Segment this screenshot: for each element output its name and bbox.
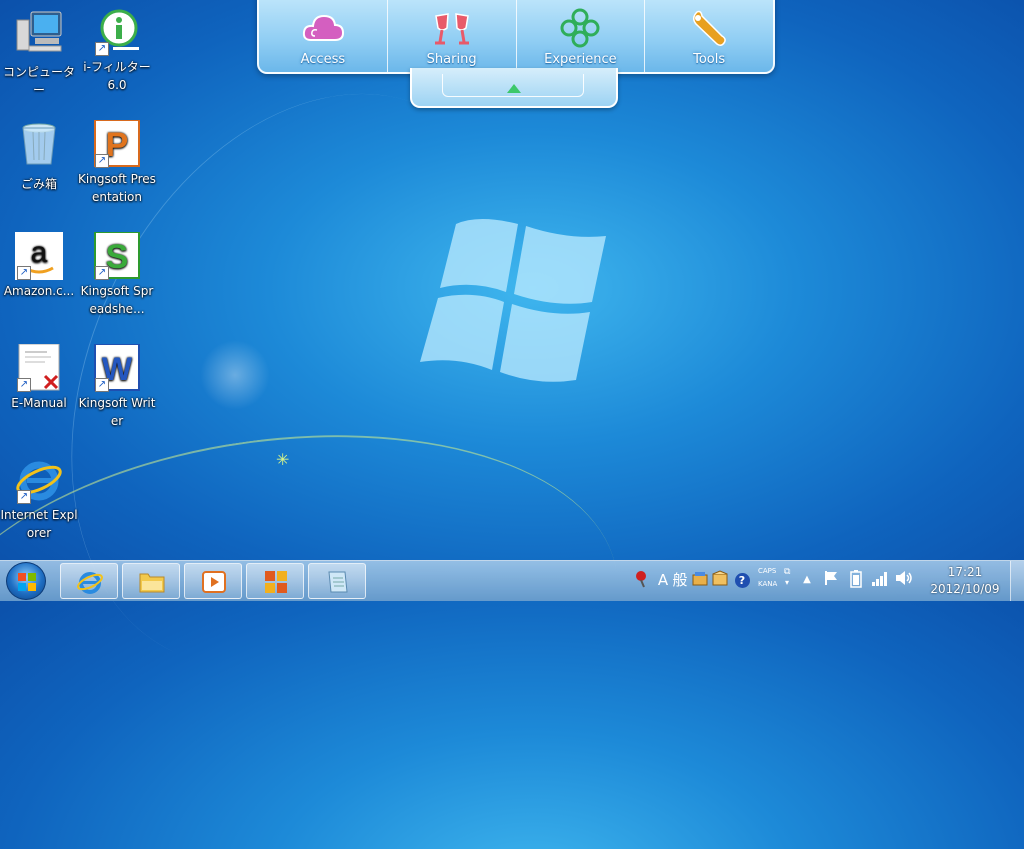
desktop-icon-e-manual[interactable]: ↗ E-Manual — [0, 343, 78, 412]
desktop-icon-label: Kingsoft Writer — [78, 396, 156, 428]
dropdown-arrow-icon[interactable]: ▾ — [785, 578, 789, 587]
cloud-icon — [302, 14, 344, 41]
windows-logo — [420, 219, 606, 382]
ime-dictionary-icon[interactable] — [711, 570, 729, 590]
amazon-icon-wrap: a ↗ — [15, 232, 63, 280]
clock-date: 2012/10/09 — [930, 582, 1000, 596]
chevron-up-icon: ▲ — [803, 574, 811, 585]
writer-icon-wrap: W ↗ — [93, 343, 141, 392]
desktop-icon-label: E-Manual — [11, 396, 67, 410]
spreadsheets-icon-wrap: S ↗ — [93, 231, 141, 280]
desktop-icon-label: Amazon.c... — [3, 284, 75, 298]
lock-key-indicators: CAPS ⧉ KANA ▾ — [758, 561, 798, 601]
desktop-icon-label: コンピューター — [2, 65, 75, 97]
volume-icon[interactable] — [894, 570, 914, 590]
svg-text:a: a — [31, 236, 48, 269]
file-explorer-icon — [139, 573, 165, 593]
e-manual-icon-wrap: ↗ — [15, 343, 63, 392]
launcher-label-sharing: Sharing — [426, 52, 477, 67]
shortcut-arrow-icon: ↗ — [95, 266, 109, 280]
taskbar-clock[interactable]: 17:21 2012/10/09 — [922, 564, 1008, 598]
launcher-label-access: Access — [300, 52, 346, 67]
taskbar-pin-notepad[interactable] — [308, 563, 366, 599]
taskbar: A 般 ? CAPS ⧉ KANA ▾ ▲ 17:21 2012/10/09 — [0, 560, 1024, 601]
network-icon[interactable] — [870, 570, 890, 590]
shortcut-arrow-icon: ↗ — [17, 490, 31, 504]
show-hidden-icons-button[interactable]: ▲ — [800, 570, 814, 590]
taskbar-pin-file-explorer[interactable] — [122, 563, 180, 599]
expand-arrow-icon — [507, 84, 521, 93]
caps-indicator: CAPS — [758, 567, 777, 575]
ime-kanji-indicator[interactable]: 般 — [671, 570, 689, 590]
presentation-icon-wrap: P ↗ — [93, 119, 141, 168]
internet-explorer-icon — [77, 572, 103, 594]
desktop-icon-label: Kingsoft Presentation — [78, 172, 156, 204]
glasses-toast-icon — [434, 13, 469, 45]
ime-tool-icon[interactable] — [691, 570, 709, 590]
desktop-icon-computer[interactable]: コンピューター — [0, 8, 78, 99]
clock-time: 17:21 — [947, 565, 983, 579]
restore-icon: ⧉ — [784, 567, 791, 577]
ie-icon-wrap: ↗ — [15, 456, 63, 504]
taskbar-pin-office[interactable] — [246, 563, 304, 599]
taskbar-pin-internet-explorer[interactable] — [60, 563, 118, 599]
action-center-icon[interactable] — [822, 570, 840, 590]
desktop-icon-recycle-bin[interactable]: ごみ箱 — [0, 120, 78, 193]
launcher-label-tools: Tools — [693, 52, 726, 67]
launcher-item-experience[interactable]: Experience — [517, 0, 646, 72]
desktop-icon-kingsoft-spreadsheets[interactable]: S ↗ Kingsoft Spreadshe... — [78, 231, 156, 318]
launcher-item-tools[interactable]: Tools — [645, 0, 773, 72]
signal-bars-icon — [872, 572, 887, 586]
start-button[interactable] — [6, 562, 46, 600]
wallpaper-glow — [200, 340, 270, 410]
shortcut-arrow-icon: ↗ — [17, 266, 31, 280]
shortcut-arrow-icon: ↗ — [95, 42, 109, 56]
speaker-icon — [896, 571, 912, 585]
svg-text:S: S — [106, 238, 129, 276]
battery-icon[interactable] — [848, 570, 864, 590]
desktop-icon-kingsoft-presentation[interactable]: P ↗ Kingsoft Presentation — [78, 119, 156, 206]
shortcut-arrow-icon: ↗ — [95, 378, 109, 392]
desktop-icon-kingsoft-writer[interactable]: W ↗ Kingsoft Writer — [78, 343, 156, 430]
desktop-icon-label: Kingsoft Spreadshe... — [80, 284, 154, 316]
kana-indicator: KANA — [758, 580, 778, 588]
ime-pad-icon — [692, 572, 708, 586]
recycle-bin-icon — [22, 123, 56, 165]
battery-shape-icon — [850, 570, 862, 588]
dictionary-icon — [712, 570, 728, 586]
red-pin-icon — [636, 571, 646, 588]
desktop-icon-amazon[interactable]: a ↗ Amazon.c... — [0, 232, 78, 300]
wrench-icon — [693, 10, 726, 47]
computer-icon — [16, 11, 62, 52]
flag-icon — [825, 571, 837, 585]
shortcut-arrow-icon: ↗ — [17, 378, 31, 392]
ime-mode-indicator[interactable]: A — [656, 570, 670, 590]
notification-balloon-icon[interactable] — [632, 570, 650, 590]
office-icon — [265, 571, 287, 593]
svg-text:P: P — [106, 126, 129, 164]
launcher-toggle-tab[interactable] — [410, 68, 618, 108]
taskbar-pin-media-player[interactable] — [184, 563, 242, 599]
desktop-icon-label: ごみ箱 — [20, 177, 57, 191]
clover-icon — [560, 8, 600, 48]
desktop-icon-label: Internet Explorer — [0, 508, 78, 540]
launcher-bar: Access Sharing Experience Tools — [257, 0, 775, 74]
desktop-icon-internet-explorer[interactable]: ↗ Internet Explorer — [0, 456, 78, 542]
i-filter-icon-wrap: ↗ — [93, 8, 141, 56]
launcher-label-experience: Experience — [544, 52, 617, 67]
desktop-icon-label: i-フィルター6.0 — [83, 60, 151, 92]
launcher-item-access[interactable]: Access — [259, 0, 388, 72]
help-icon: ? — [734, 573, 750, 588]
ime-help-button[interactable]: ? — [733, 570, 751, 590]
notepad-icon — [328, 571, 348, 593]
desktop-icon-i-filter[interactable]: ↗ i-フィルター6.0 — [78, 8, 156, 94]
media-player-icon — [202, 571, 226, 593]
shortcut-arrow-icon: ↗ — [95, 154, 109, 168]
windows-flag-icon — [18, 573, 36, 591]
show-desktop-button[interactable] — [1010, 561, 1024, 601]
wallpaper-spark: ✳ — [276, 450, 290, 469]
launcher-item-sharing[interactable]: Sharing — [388, 0, 517, 72]
